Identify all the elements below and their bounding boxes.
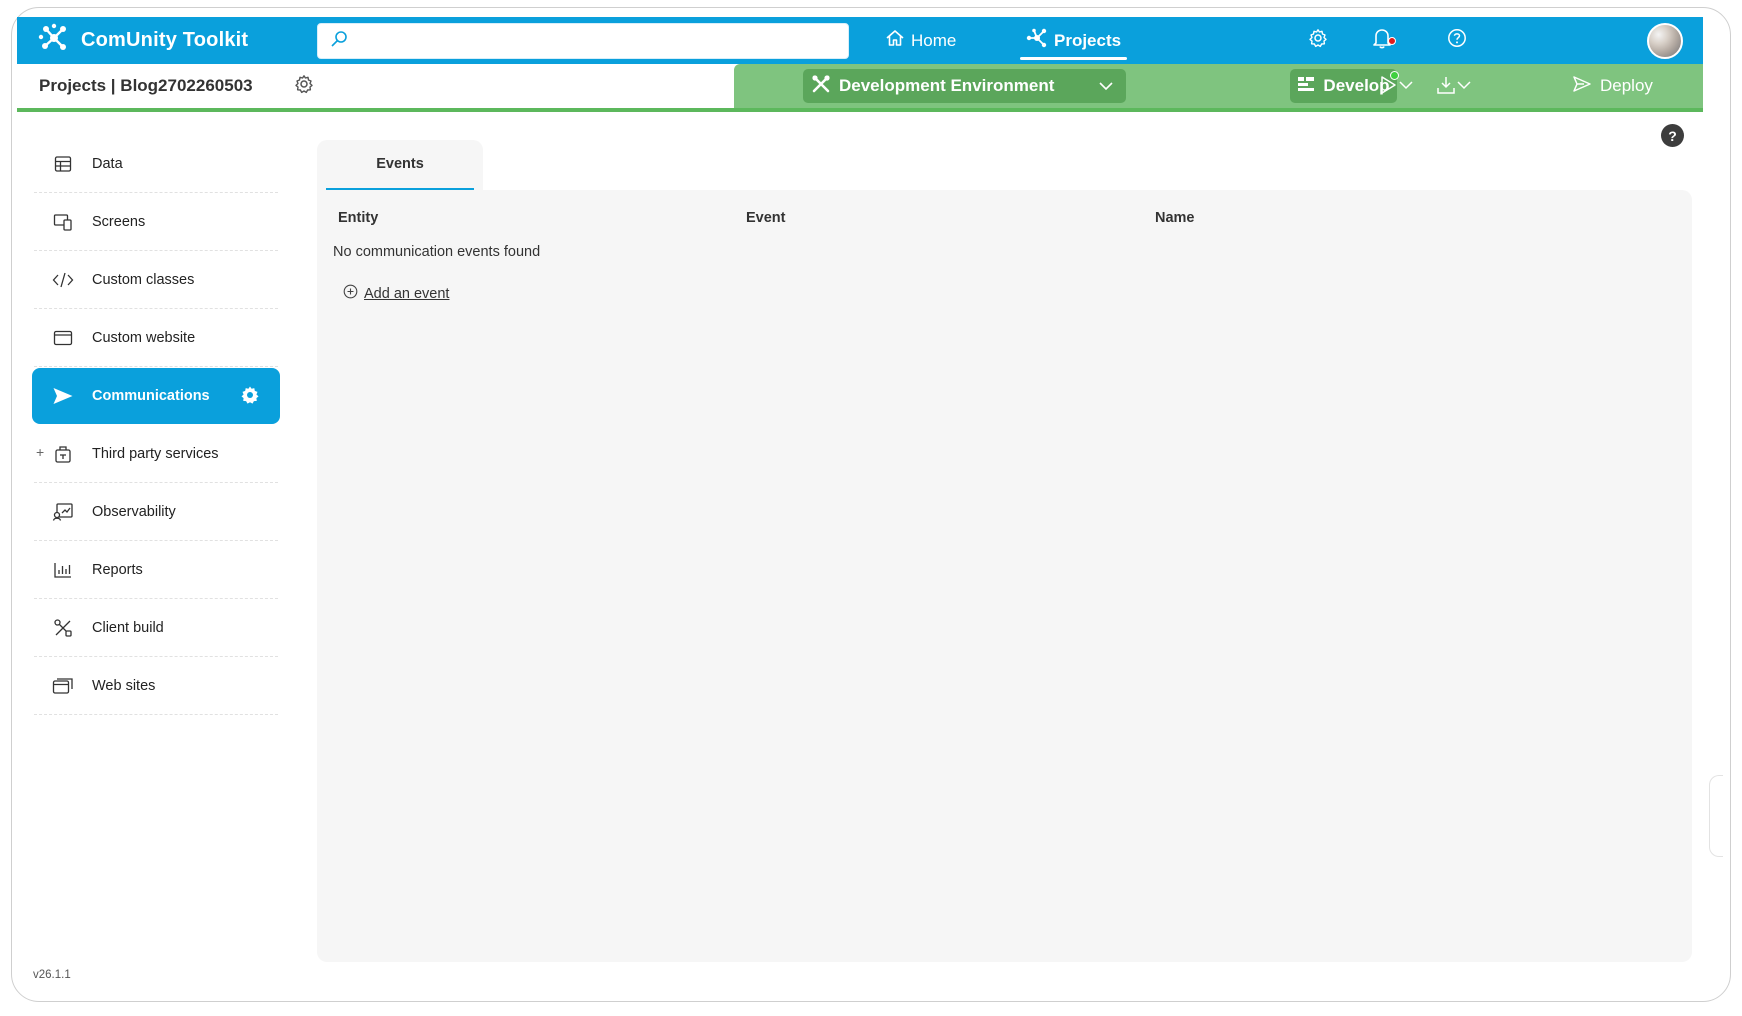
browser-window-icon <box>52 327 74 349</box>
develop-icon <box>1297 76 1323 97</box>
send-icon <box>52 385 74 407</box>
environment-bar: Development Environment Develop Deploy <box>734 64 1703 108</box>
websites-icon <box>52 675 74 697</box>
sidebar-item-third-party-services[interactable]: + Third party services <box>34 425 278 483</box>
add-event-link[interactable]: Add an event <box>343 284 449 303</box>
add-event-label: Add an event <box>364 285 450 302</box>
sidebar-item-label: Custom classes <box>92 271 195 288</box>
environment-label: Development Environment <box>839 76 1055 95</box>
plugin-icon <box>52 443 74 465</box>
sidebar-item-label: Observability <box>92 503 176 520</box>
plus-circle-icon <box>343 284 358 303</box>
deploy-button[interactable]: Deploy <box>1572 64 1653 108</box>
run-dropdown[interactable] <box>1378 71 1414 101</box>
search-input[interactable] <box>354 26 848 56</box>
search-icon <box>330 30 348 53</box>
screens-icon <box>52 211 74 233</box>
column-header-event[interactable]: Event <box>746 210 786 226</box>
bell-icon <box>1372 27 1396 54</box>
tools-icon <box>811 74 831 99</box>
sidebar-item-label: Communications <box>92 388 210 404</box>
sidebar-item-label: Custom website <box>92 329 196 346</box>
sidebar-item-label: Data <box>92 155 123 172</box>
sidebar-item-communications[interactable]: Communications <box>32 368 280 424</box>
sidebar-item-label: Client build <box>92 619 164 636</box>
nav-projects[interactable]: Projects <box>1020 17 1128 64</box>
project-bar: Projects | Blog2702260503 Development En… <box>17 64 1703 112</box>
sidebar-item-reports[interactable]: Reports <box>34 541 278 599</box>
tools-icon <box>52 617 74 639</box>
sidebar-item-screens[interactable]: Screens <box>34 193 278 251</box>
notifications-button[interactable] <box>1372 17 1396 64</box>
nav-home[interactable]: Home <box>885 17 956 64</box>
sidebar-item-label: Screens <box>92 213 146 230</box>
sidebar-item-client-build[interactable]: Client build <box>34 599 278 657</box>
column-header-name[interactable]: Name <box>1155 210 1195 226</box>
nav-projects-label: Projects <box>1054 30 1122 50</box>
top-bar: ComUnity Toolkit Home Projects <box>17 17 1703 64</box>
side-drawer-handle[interactable] <box>1709 775 1723 857</box>
play-icon <box>1378 71 1399 101</box>
sidebar-item-custom-website[interactable]: Custom website <box>34 309 278 367</box>
user-avatar[interactable] <box>1647 23 1683 59</box>
sidebar-item-observability[interactable]: Observability <box>34 483 278 541</box>
code-icon <box>52 269 74 291</box>
help-button[interactable] <box>1447 17 1467 64</box>
settings-button[interactable] <box>1308 17 1328 64</box>
project-title: Projects | Blog2702260503 <box>39 76 253 95</box>
environment-select[interactable]: Development Environment <box>803 69 1126 103</box>
home-icon <box>885 28 911 53</box>
gear-icon <box>1308 28 1328 53</box>
run-status-dot <box>1390 71 1399 80</box>
sidebar-item-label: Third party services <box>92 445 219 462</box>
chevron-down-icon <box>1398 77 1414 98</box>
tab-events[interactable]: Events <box>326 140 474 190</box>
brand-name: ComUnity Toolkit <box>81 29 249 51</box>
page-help-button[interactable]: ? <box>1661 124 1684 147</box>
brand-logo-icon <box>37 21 71 60</box>
expand-plus-icon[interactable]: + <box>36 444 44 460</box>
projects-icon <box>1026 28 1054 53</box>
table-icon <box>52 153 74 175</box>
chevron-down-icon <box>1456 77 1472 98</box>
tab-strip: Events <box>317 140 483 190</box>
sidebar-item-web-sites[interactable]: Web sites <box>34 657 278 715</box>
sidebar: Data Screens Custom classes Custom websi… <box>32 135 280 715</box>
nav-home-label: Home <box>911 30 957 50</box>
deploy-send-icon <box>1572 75 1600 98</box>
sidebar-item-data[interactable]: Data <box>34 135 278 193</box>
download-icon <box>1436 74 1456 101</box>
search-bar[interactable] <box>317 23 849 59</box>
chevron-down-icon <box>1098 78 1114 99</box>
sidebar-item-label: Web sites <box>92 677 156 694</box>
sidebar-item-label: Reports <box>92 561 143 578</box>
bar-chart-icon <box>52 559 74 581</box>
help-circle-icon <box>1447 28 1467 53</box>
observability-icon <box>52 501 74 523</box>
deploy-label: Deploy <box>1600 76 1653 95</box>
communications-settings-icon[interactable] <box>240 385 260 409</box>
empty-state-message: No communication events found <box>333 244 541 260</box>
brand[interactable]: ComUnity Toolkit <box>37 21 327 60</box>
project-settings-icon[interactable] <box>294 74 314 99</box>
notification-badge <box>1388 37 1396 45</box>
column-header-entity[interactable]: Entity <box>338 210 378 226</box>
download-dropdown[interactable] <box>1436 74 1472 101</box>
app-version: v26.1.1 <box>33 969 71 981</box>
sidebar-item-custom-classes[interactable]: Custom classes <box>34 251 278 309</box>
events-panel: Entity Event Name No communication event… <box>317 190 1692 962</box>
